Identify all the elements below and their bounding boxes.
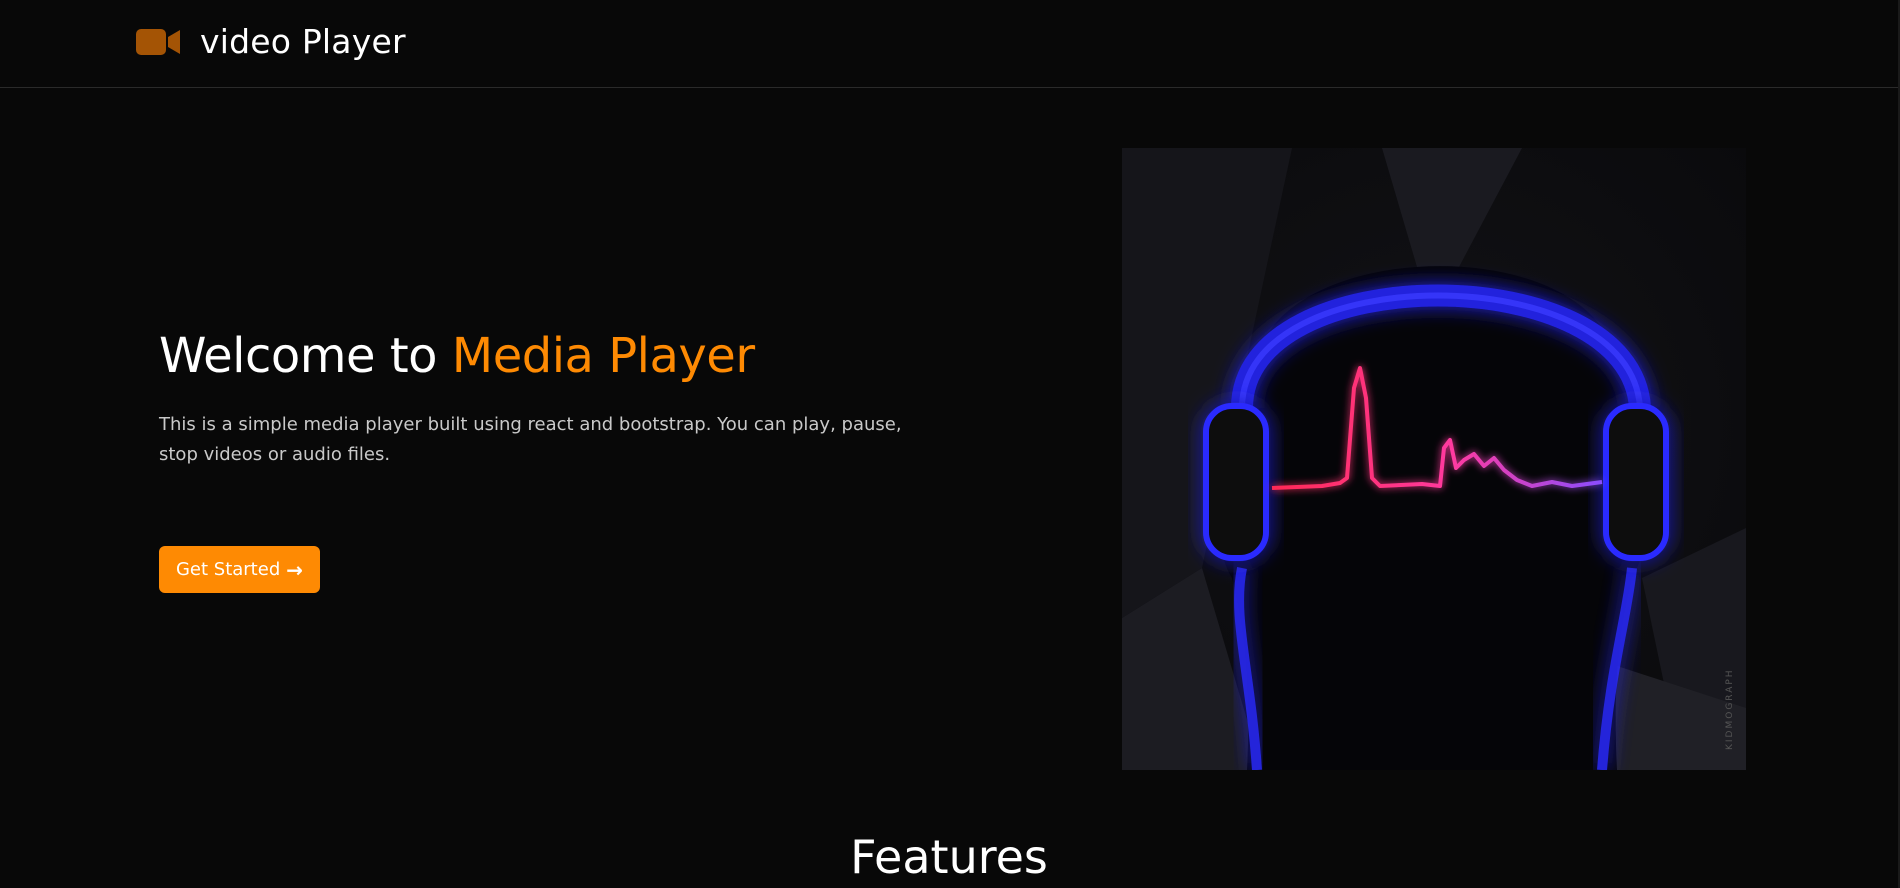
page: video Player Welcome to Media Player Thi…	[0, 0, 1900, 888]
brand-label: video Player	[200, 22, 406, 61]
features-heading: Features	[850, 830, 1048, 884]
artist-signature: KIDMOGRAPH	[1725, 668, 1735, 750]
arrow-right-icon: →	[286, 557, 304, 582]
headphones-illustration: KIDMOGRAPH	[1122, 148, 1746, 770]
brand-link[interactable]: video Player	[136, 22, 406, 61]
hero-title: Welcome to Media Player	[159, 326, 959, 386]
hero-section: Welcome to Media Player This is a simple…	[159, 326, 959, 470]
video-camera-icon	[136, 28, 180, 55]
get-started-label: Get Started	[175, 559, 281, 580]
get-started-button[interactable]: Get Started →	[159, 546, 320, 593]
hero-description: This is a simple media player built usin…	[159, 414, 902, 465]
hero-title-accent: Media Player	[451, 328, 755, 384]
navbar: video Player	[0, 0, 1898, 88]
hero-image: KIDMOGRAPH	[1122, 148, 1746, 770]
hero-title-prefix: Welcome to	[159, 328, 438, 384]
